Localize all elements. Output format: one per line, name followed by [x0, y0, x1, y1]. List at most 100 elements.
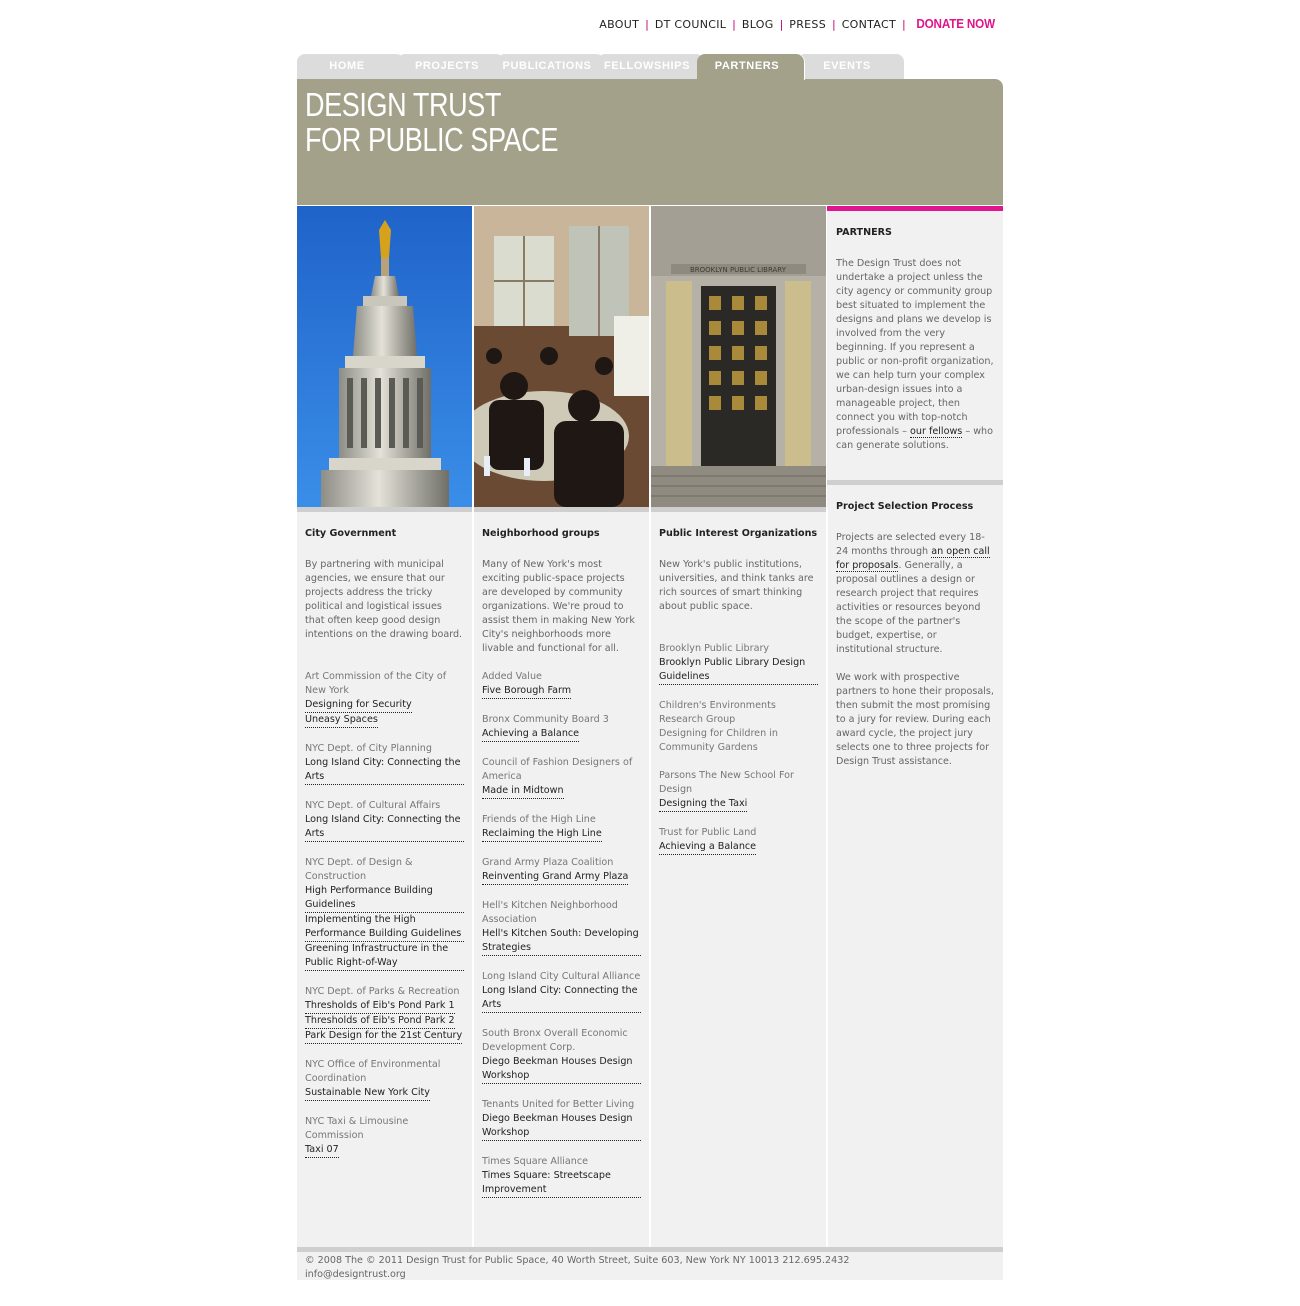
project-link[interactable]: Thresholds of Eib's Pond Park 1	[305, 999, 455, 1014]
photo-community-meeting	[474, 206, 649, 507]
nav-separator: |	[779, 18, 784, 31]
project-link[interactable]: Park Design for the 21st Century	[305, 1029, 463, 1044]
tab-events[interactable]: EVENTS	[797, 54, 905, 80]
project-link[interactable]: Designing the Taxi	[659, 797, 748, 812]
photo-brooklyn-library: BROOKLYN PUBLIC LIBRARY	[651, 206, 826, 507]
partner-entry: Added Value Five Borough Farm	[482, 670, 641, 699]
project-link[interactable]: Achieving a Balance	[659, 840, 757, 855]
project-link[interactable]: Diego Beekman Houses Design Workshop	[482, 1055, 641, 1084]
column-intro: Many of New York's most exciting public-…	[482, 559, 635, 654]
project-link[interactable]: Long Island City: Connecting the Arts	[305, 756, 464, 785]
sidebar-process-title: Project Selection Process	[836, 501, 974, 512]
our-fellows-link[interactable]: our fellows	[910, 426, 963, 438]
project-link[interactable]: Taxi 07	[305, 1143, 339, 1158]
partner-entry: NYC Taxi & Limousine Commission Taxi 07	[305, 1115, 464, 1158]
column-title: Public Interest Organizations	[659, 528, 818, 539]
project-link[interactable]: Reinventing Grand Army Plaza	[482, 870, 629, 885]
partner-entry: Grand Army Plaza Coalition Reinventing Gr…	[482, 856, 641, 885]
tab-label: PARTNERS	[714, 60, 780, 72]
partner-org-name: Long Island City Cultural Alliance	[482, 971, 641, 982]
partner-org-name: Times Square Alliance	[482, 1156, 589, 1167]
project-link[interactable]: Made in Midtown	[482, 784, 564, 799]
sidebar-process-text-2: We work with prospective partners to hon…	[836, 672, 994, 767]
tab-projects[interactable]: PROJECTS	[397, 54, 505, 80]
brand-line-2: FOR PUBLIC SPACE	[305, 121, 559, 158]
partner-org-name: NYC Dept. of Cultural Affairs	[305, 800, 441, 811]
partner-org-name: NYC Dept. of Parks & Recreation	[305, 986, 460, 997]
sidebar-selection-process: Project Selection Process Projects are s…	[827, 480, 1003, 1247]
partner-entry: Art Commission of the City of New York De…	[305, 670, 464, 728]
partner-org-name: Trust for Public Land	[659, 827, 757, 838]
tab-label: FELLOWSHIPS	[603, 60, 691, 72]
project-link[interactable]: Diego Beekman Houses Design Workshop	[482, 1112, 641, 1141]
footer: © 2008 The © 2011 Design Trust for Publi…	[297, 1247, 1003, 1280]
sidebar-partners-title: PARTNERS	[836, 227, 892, 238]
project-link[interactable]: Achieving a Balance	[482, 727, 580, 742]
project-link[interactable]: Implementing the High Performance Buildi…	[305, 913, 464, 942]
partner-entry: NYC Dept. of Parks & Recreation Threshold…	[305, 985, 464, 1044]
column-divider	[826, 507, 828, 1247]
sidebar-text: . Generally, a proposal outlines a desig…	[836, 560, 981, 655]
tab-publications[interactable]: PUBLICATIONS	[497, 54, 605, 80]
project-link[interactable]: Long Island City: Connecting the Arts	[482, 984, 641, 1013]
photo-municipal-tower	[297, 206, 472, 507]
tab-fellowships[interactable]: FELLOWSHIPS	[597, 54, 705, 80]
nav-about-link[interactable]: ABOUT	[599, 18, 639, 31]
tab-label: PUBLICATIONS	[502, 60, 592, 72]
column-intro: By partnering with municipal agencies, w…	[305, 559, 463, 640]
nav-contact-link[interactable]: CONTACT	[842, 18, 896, 31]
partner-entry: NYC Office of Environmental Coordination…	[305, 1058, 464, 1101]
partner-entry: NYC Dept. of Cultural Affairs Long Island…	[305, 799, 464, 842]
partner-org-name: Council of Fashion Designers of America	[482, 757, 633, 782]
tab-label: PROJECTS	[414, 60, 480, 72]
partner-org-name: Children's Environments Research Group	[659, 700, 776, 725]
partner-entry: Trust for Public Land Achieving a Balance	[659, 826, 818, 855]
project-link[interactable]: Five Borough Farm	[482, 684, 572, 699]
nav-blog-link[interactable]: BLOG	[742, 18, 774, 31]
project-link[interactable]: Uneasy Spaces	[305, 713, 378, 728]
tab-home[interactable]: HOME	[297, 54, 405, 80]
nav-dt-council-link[interactable]: DT COUNCIL	[655, 18, 726, 31]
tab-partners[interactable]: PARTNERS	[697, 54, 805, 80]
nav-separator: |	[645, 18, 649, 31]
partner-project-name: Designing for Children in Community Gard…	[659, 728, 778, 753]
footer-email[interactable]: info@designtrust.org	[305, 1268, 995, 1282]
column-public-interest: Public Interest Organizations New York's…	[651, 507, 826, 1247]
project-link[interactable]: Greening Infrastructure in the Public Ri…	[305, 942, 464, 971]
nav-separator: |	[831, 18, 836, 31]
project-link[interactable]: Thresholds of Eib's Pond Park 2	[305, 1014, 455, 1029]
partner-org-name: Parsons The New School For Design	[659, 770, 794, 795]
project-link[interactable]: Hell's Kitchen South: Developing Strateg…	[482, 927, 641, 956]
project-link[interactable]: Long Island City: Connecting the Arts	[305, 813, 464, 842]
library-sign-text: BROOKLYN PUBLIC LIBRARY	[690, 266, 787, 274]
sidebar-text: The Design Trust does not undertake a pr…	[836, 258, 994, 437]
partner-entry: South Bronx Overall Economic Development…	[482, 1027, 641, 1084]
nav-press-link[interactable]: PRESS	[789, 18, 826, 31]
tab-label: EVENTS	[823, 60, 871, 72]
project-link[interactable]: Reclaiming the High Line	[482, 827, 602, 842]
project-link[interactable]: High Performance Building Guidelines	[305, 884, 464, 913]
partner-entry: NYC Dept. of Design & Construction High P…	[305, 856, 464, 971]
footer-copyright: © 2008 The © 2011 Design Trust for Publi…	[305, 1255, 850, 1266]
project-link[interactable]: Sustainable New York City	[305, 1086, 430, 1101]
project-link[interactable]: Brooklyn Public Library Design Guideline…	[659, 656, 818, 685]
tab-label: HOME	[329, 60, 365, 72]
partner-entry: Tenants United for Better Living Diego Be…	[482, 1098, 641, 1141]
site-logo[interactable]: DESIGN TRUST FOR PUBLIC SPACE	[305, 87, 558, 157]
partner-org-name: NYC Taxi & Limousine Commission	[305, 1116, 409, 1141]
project-link[interactable]: Designing for Security	[305, 698, 412, 713]
sidebar-process-text: Projects are selected every 18-24 months…	[836, 531, 995, 657]
project-link[interactable]: Times Square: Streetscape Improvement	[482, 1169, 641, 1198]
sidebar-partners: PARTNERS The Design Trust does not under…	[827, 206, 1003, 480]
partner-entry: Brooklyn Public Library Brooklyn Public L…	[659, 642, 818, 685]
partner-org-name: NYC Office of Environmental Coordination	[305, 1059, 441, 1084]
partner-entry: Hell's Kitchen Neighborhood Association H…	[482, 899, 641, 956]
donate-now-link[interactable]: DONATE NOW	[916, 16, 995, 31]
main-tabs: HOME PROJECTS PUBLICATIONS FELLOWSHIPS P…	[297, 54, 1003, 80]
partner-org-name: Friends of the High Line	[482, 814, 596, 825]
partner-entry: Parsons The New School For Design Designi…	[659, 769, 818, 812]
column-title: Neighborhood groups	[482, 528, 600, 539]
partner-org-name: Grand Army Plaza Coalition	[482, 857, 614, 868]
partner-org-name: Brooklyn Public Library	[659, 643, 770, 654]
partner-org-name: NYC Dept. of City Planning	[305, 743, 432, 754]
